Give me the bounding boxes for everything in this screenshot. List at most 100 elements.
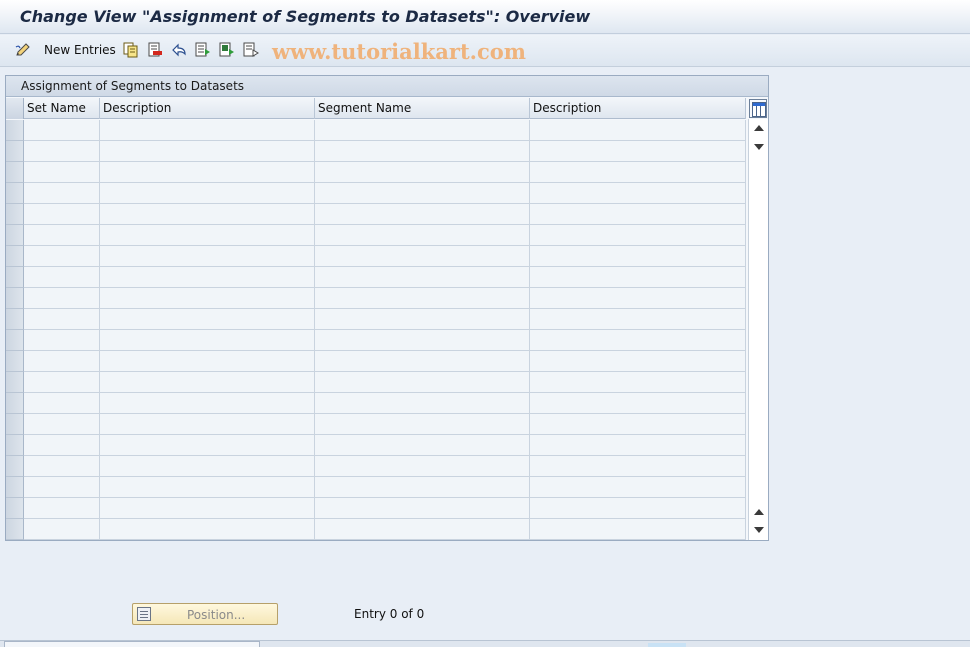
table-cell[interactable] (100, 183, 315, 204)
table-cell[interactable] (100, 288, 315, 309)
table-cell[interactable] (24, 330, 100, 351)
table-cell[interactable] (24, 498, 100, 519)
scroll-down-arrow-icon[interactable] (754, 144, 764, 150)
table-cell[interactable] (100, 309, 315, 330)
table-cell[interactable] (315, 225, 530, 246)
page-up-arrow-icon[interactable] (754, 509, 764, 515)
row-selector[interactable] (6, 351, 24, 372)
table-cell[interactable] (24, 456, 100, 477)
table-cell[interactable] (100, 435, 315, 456)
row-selector[interactable] (6, 372, 24, 393)
table-cell[interactable] (315, 141, 530, 162)
table-cell[interactable] (315, 204, 530, 225)
vertical-scrollbar[interactable] (748, 119, 768, 540)
row-selector[interactable] (6, 225, 24, 246)
table-cell[interactable] (24, 288, 100, 309)
table-cell[interactable] (315, 351, 530, 372)
row-selector[interactable] (6, 309, 24, 330)
table-cell[interactable] (24, 435, 100, 456)
table-cell[interactable] (100, 120, 315, 141)
column-header-segment-description[interactable]: Description (530, 98, 746, 119)
table-cell[interactable] (24, 267, 100, 288)
table-cell[interactable] (24, 351, 100, 372)
table-cell[interactable] (530, 330, 746, 351)
table-cell[interactable] (100, 393, 315, 414)
table-cell[interactable] (530, 246, 746, 267)
table-cell[interactable] (100, 519, 315, 540)
table-cell[interactable] (24, 393, 100, 414)
table-cell[interactable] (530, 372, 746, 393)
column-header-set-name[interactable]: Set Name (24, 98, 100, 119)
row-selector[interactable] (6, 120, 24, 141)
table-cell[interactable] (24, 519, 100, 540)
table-cell[interactable] (530, 141, 746, 162)
new-entries-button[interactable]: New Entries (44, 43, 116, 57)
table-cell[interactable] (530, 288, 746, 309)
row-selector[interactable] (6, 246, 24, 267)
table-cell[interactable] (530, 120, 746, 141)
row-selector[interactable] (6, 162, 24, 183)
table-cell[interactable] (24, 309, 100, 330)
row-selector[interactable] (6, 519, 24, 540)
table-cell[interactable] (315, 309, 530, 330)
table-cell[interactable] (530, 309, 746, 330)
table-cell[interactable] (100, 498, 315, 519)
table-cell[interactable] (315, 162, 530, 183)
table-cell[interactable] (24, 120, 100, 141)
table-cell[interactable] (100, 456, 315, 477)
table-cell[interactable] (24, 183, 100, 204)
table-cell[interactable] (100, 351, 315, 372)
table-cell[interactable] (530, 414, 746, 435)
table-cell[interactable] (315, 330, 530, 351)
table-cell[interactable] (100, 246, 315, 267)
table-cell[interactable] (530, 456, 746, 477)
table-cell[interactable] (315, 120, 530, 141)
row-selector[interactable] (6, 141, 24, 162)
table-cell[interactable] (100, 372, 315, 393)
table-cell[interactable] (24, 372, 100, 393)
row-selector[interactable] (6, 183, 24, 204)
deselect-all-icon[interactable] (242, 41, 260, 59)
scroll-up-arrow-icon[interactable] (754, 125, 764, 131)
table-cell[interactable] (24, 141, 100, 162)
copy-icon[interactable] (122, 41, 140, 59)
table-cell[interactable] (530, 393, 746, 414)
table-cell[interactable] (24, 246, 100, 267)
table-cell[interactable] (315, 183, 530, 204)
table-cell[interactable] (530, 435, 746, 456)
table-cell[interactable] (530, 204, 746, 225)
undo-icon[interactable] (170, 41, 188, 59)
row-selector[interactable] (6, 435, 24, 456)
table-cell[interactable] (315, 498, 530, 519)
position-button[interactable]: Position... (132, 603, 278, 625)
table-cell[interactable] (24, 477, 100, 498)
table-cell[interactable] (100, 414, 315, 435)
column-header-segment-name[interactable]: Segment Name (315, 98, 530, 119)
table-cell[interactable] (530, 498, 746, 519)
row-selector[interactable] (6, 267, 24, 288)
table-cell[interactable] (315, 414, 530, 435)
table-cell[interactable] (530, 183, 746, 204)
row-selector[interactable] (6, 477, 24, 498)
select-block-icon[interactable] (218, 41, 236, 59)
table-cell[interactable] (100, 267, 315, 288)
row-selector[interactable] (6, 393, 24, 414)
table-cell[interactable] (530, 351, 746, 372)
table-cell[interactable] (530, 162, 746, 183)
select-all-rows-button[interactable] (6, 98, 24, 119)
row-selector[interactable] (6, 288, 24, 309)
row-selector[interactable] (6, 498, 24, 519)
table-cell[interactable] (315, 435, 530, 456)
table-cell[interactable] (530, 225, 746, 246)
table-cell[interactable] (24, 225, 100, 246)
table-cell[interactable] (24, 204, 100, 225)
table-cell[interactable] (100, 477, 315, 498)
column-header-description[interactable]: Description (100, 98, 315, 119)
row-selector[interactable] (6, 456, 24, 477)
table-cell[interactable] (315, 267, 530, 288)
table-cell[interactable] (24, 414, 100, 435)
table-cell[interactable] (530, 477, 746, 498)
page-down-arrow-icon[interactable] (754, 527, 764, 533)
row-selector[interactable] (6, 204, 24, 225)
edit-pencil-icon[interactable] (14, 41, 32, 59)
